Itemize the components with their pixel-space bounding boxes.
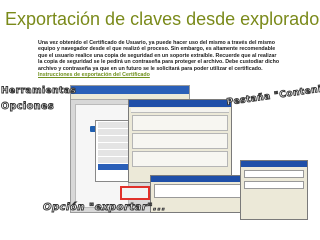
instructions-link[interactable]: Instrucciones de exportación del Certifi… bbox=[38, 72, 150, 78]
wizard-field[interactable] bbox=[244, 181, 304, 189]
dialog-tabs[interactable] bbox=[131, 108, 229, 113]
internet-options-dialog bbox=[128, 99, 232, 183]
certificates-list[interactable] bbox=[154, 184, 241, 198]
body-paragraph: Una vez obtenido el Certificado de Usuar… bbox=[38, 40, 280, 78]
body-text: Una vez obtenido el Certificado de Usuar… bbox=[38, 40, 280, 72]
browser-title-bar bbox=[71, 86, 189, 94]
certificates-caption bbox=[151, 176, 244, 182]
dialog-group bbox=[132, 151, 228, 167]
dialog-group bbox=[132, 115, 228, 131]
callout-export-option: Opción "exportar"... bbox=[43, 202, 166, 214]
export-button-highlight[interactable] bbox=[120, 186, 150, 200]
wizard-field[interactable] bbox=[244, 170, 304, 178]
wizard-caption bbox=[241, 161, 307, 167]
callout-content-tab: Pestaña "Contenido" bbox=[226, 82, 320, 109]
dialog-caption bbox=[129, 100, 231, 107]
dialog-group bbox=[132, 133, 228, 149]
callout-tools: Herramientas bbox=[1, 86, 77, 97]
slide-title: Exportación de claves desde explorador bbox=[5, 9, 320, 29]
callout-options: Opciones bbox=[1, 101, 55, 113]
export-wizard-panel bbox=[240, 160, 308, 220]
